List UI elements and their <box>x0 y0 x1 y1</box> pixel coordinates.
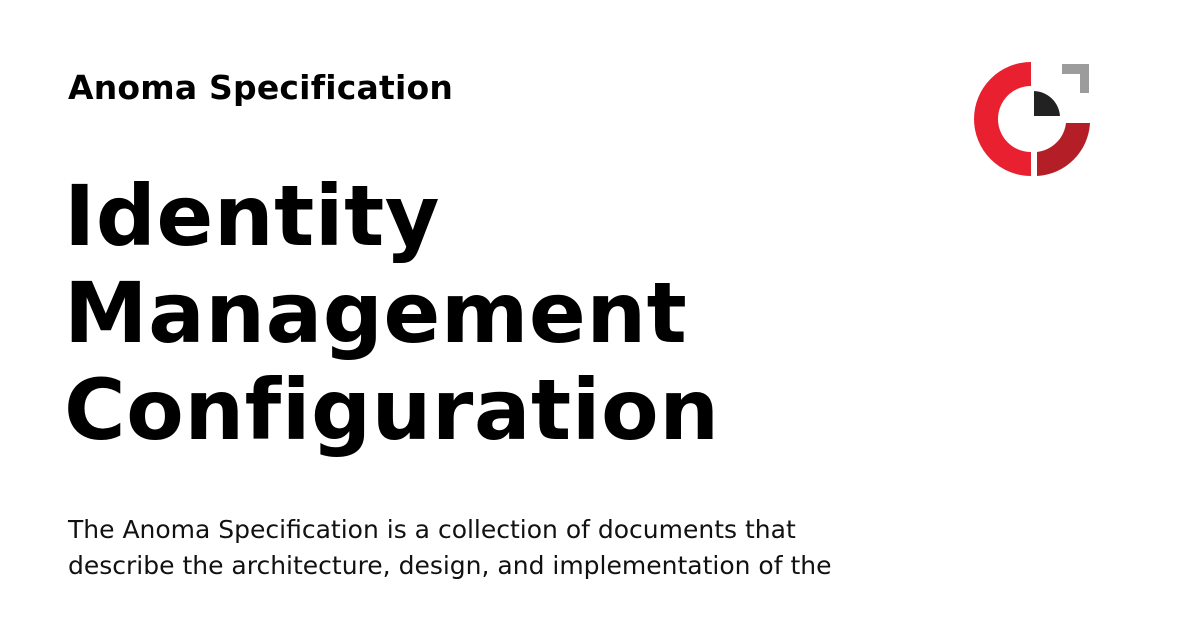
logo-corner-bracket <box>1062 64 1089 93</box>
social-card: Anoma Specification Identity Management … <box>0 0 1200 630</box>
logo-center-quarter <box>1034 91 1060 116</box>
page-title-line: Configuration <box>64 361 720 459</box>
description-line: The Anoma Specification is a collection … <box>68 515 796 544</box>
anoma-logo-icon <box>974 62 1090 176</box>
page-title: Identity Management Configuration <box>64 168 924 459</box>
site-name: Anoma Specification <box>68 68 454 107</box>
page-title-line: Identity <box>64 167 441 265</box>
page-title-line: Management <box>64 264 688 362</box>
description-line: describe the architecture, design, and i… <box>68 551 832 580</box>
page-description: The Anoma Specification is a collection … <box>68 512 968 584</box>
logo-ring-left <box>974 62 1031 176</box>
logo-ring-bottom-right <box>1037 123 1090 176</box>
